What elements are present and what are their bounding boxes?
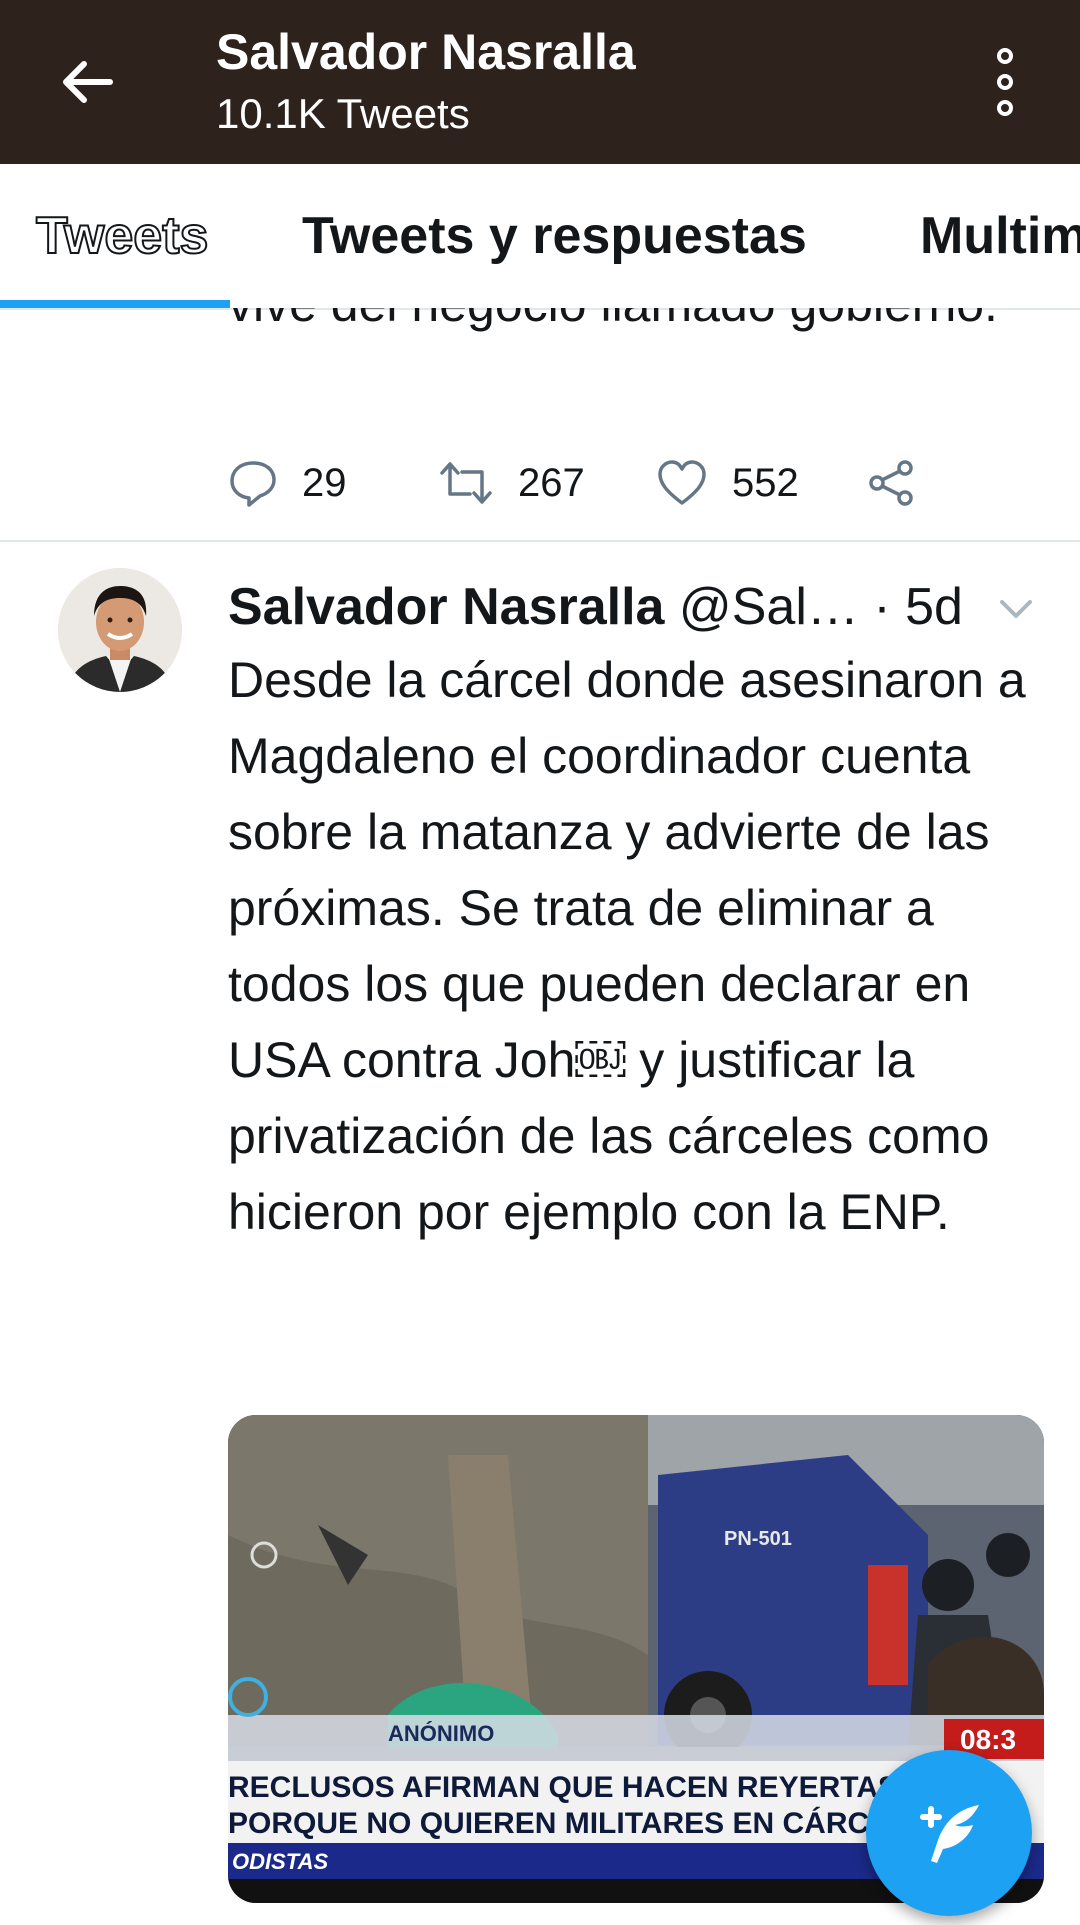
back-button[interactable] xyxy=(50,50,122,114)
heart-icon xyxy=(658,460,706,505)
profile-title: Salvador Nasralla xyxy=(216,24,636,80)
more-options-button[interactable] xyxy=(970,40,1040,124)
like-button[interactable]: 552 xyxy=(656,448,799,518)
reply-icon xyxy=(230,461,276,507)
tweet-header: Salvador Nasralla @Sal… · 5d xyxy=(228,566,1058,648)
previous-tweet-text: vive del negocio llamado gobierno. xyxy=(228,308,1048,342)
tweet-feed[interactable]: vive del negocio llamado gobierno. 29 26… xyxy=(0,308,1080,1925)
headline-line-1: RECLUSOS AFIRMAN QUE HACEN REYERTAS xyxy=(228,1771,898,1804)
separator-dot: · xyxy=(873,578,891,636)
like-count: 552 xyxy=(732,460,799,505)
headline-line-2: PORQUE NO QUIEREN MILITARES EN CÁRCELES xyxy=(228,1806,948,1840)
retweet-button[interactable]: 267 xyxy=(438,448,585,518)
tweet-count: 10.1K Tweets xyxy=(216,90,470,137)
tab-multimedia[interactable]: Multim xyxy=(920,204,1080,268)
tab-tweets[interactable]: Tweets xyxy=(35,204,209,268)
tab-tweets-y-respuestas[interactable]: Tweets y respuestas xyxy=(302,204,807,268)
retweet-count: 267 xyxy=(518,460,585,505)
header-title-block: Salvador Nasralla 10.1K Tweets xyxy=(216,20,636,142)
tweet-time: 5d xyxy=(905,578,963,636)
tweet-divider xyxy=(0,540,1080,542)
reply-count: 29 xyxy=(302,460,347,505)
author-handle[interactable]: @Sal… xyxy=(679,578,859,636)
vehicle-text: PN-501 xyxy=(724,1528,792,1550)
ticker-text: ODISTAS xyxy=(232,1849,328,1874)
profile-tabs: Tweets Tweets y respuestas Multim xyxy=(0,164,1080,310)
retweet-icon xyxy=(440,462,492,504)
active-tab-indicator xyxy=(0,300,230,308)
author-name[interactable]: Salvador Nasralla xyxy=(228,578,664,636)
compose-tweet-icon xyxy=(920,1805,979,1863)
arrow-left-icon xyxy=(63,61,113,103)
reply-button[interactable]: 29 xyxy=(228,448,347,518)
tweet-actions: 29 267 552 xyxy=(228,448,988,518)
broadcast-clock: 08:3 xyxy=(960,1724,1016,1755)
profile-header: Salvador Nasralla 10.1K Tweets xyxy=(0,0,1080,164)
tweet-text: Desde la cárcel donde asesinaron a Magda… xyxy=(228,652,1026,1240)
chevron-down-icon[interactable] xyxy=(996,594,1036,624)
avatar[interactable] xyxy=(58,568,182,692)
share-icon xyxy=(869,460,913,506)
profile-photo xyxy=(58,568,182,692)
compose-tweet-button[interactable] xyxy=(866,1750,1032,1916)
share-button[interactable] xyxy=(866,448,916,518)
more-vertical-icon xyxy=(997,48,1013,64)
lower-third-tag: ANÓNIMO xyxy=(388,1721,494,1746)
